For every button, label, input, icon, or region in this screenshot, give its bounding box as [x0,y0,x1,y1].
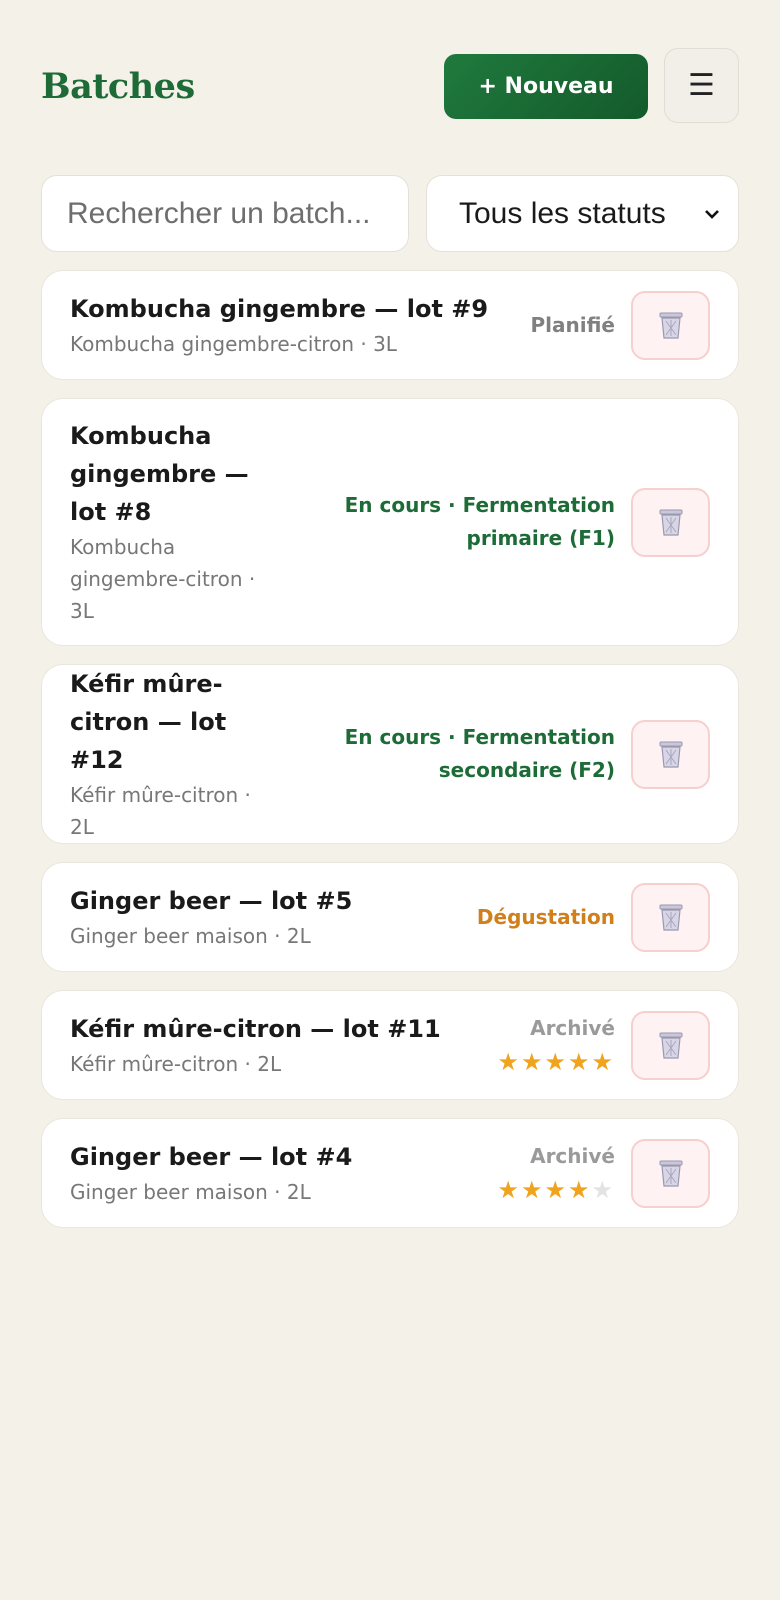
batch-name: Ginger beer — lot #4 [70,1143,353,1171]
batch-name: Kéfir mûre-citron — lot #11 [70,1015,441,1043]
batch-meta: Kéfir mûre-citron · 2L [70,1052,282,1076]
page-title: Batches [41,66,195,107]
delete-button[interactable] [631,882,710,952]
rating-stars: ★★★★★ [497,1045,615,1079]
status-filter-value: Tous les statuts [459,196,666,230]
batch-card[interactable]: Ginger beer — lot #4 Ginger beer maison … [41,1118,739,1228]
rating-stars: ★★★★★ [497,1173,615,1207]
trash-icon [659,312,682,339]
batch-meta: Kombucha gingembre-citron · 3L [70,332,397,356]
delete-button[interactable] [631,719,710,789]
batch-meta: Ginger beer maison · 2L [70,924,311,948]
batch-card[interactable]: Kéfir mûre-citron — lot #12 Kéfir mûre-c… [41,664,739,844]
status-badge: En cours · Fermentation secondaire (F2) [344,725,615,782]
search-input[interactable] [41,175,409,252]
chevron-down-icon [705,209,719,219]
batch-info: Kombucha gingembre — lot #8 Kombucha gin… [70,417,280,627]
batch-status-block: Planifié [531,309,616,342]
batch-meta: Ginger beer maison · 2L [70,1180,311,1204]
trash-icon [659,1160,682,1187]
delete-button[interactable] [631,290,710,360]
star-empty-icon: ★ [591,1175,615,1204]
status-badge: Planifié [530,312,616,337]
star-filled-icon: ★ [567,1175,592,1204]
star-filled-icon: ★ [520,1175,545,1204]
batch-info: Kéfir mûre-citron — lot #12 Kéfir mûre-c… [70,665,280,843]
batch-info: Ginger beer — lot #5 Ginger beer maison … [70,882,477,952]
batch-status-block: En cours · Fermentation secondaire (F2) [280,721,615,787]
batch-card[interactable]: Kombucha gingembre — lot #8 Kombucha gin… [41,398,739,646]
status-badge: Dégustation [476,904,615,929]
star-filled-icon: ★ [520,1047,545,1076]
trash-icon [659,741,682,768]
batch-status-block: Archivé ★★★★★ [497,1140,615,1207]
status-badge: Archivé [530,1015,615,1040]
star-filled-icon: ★ [497,1175,521,1204]
batch-card[interactable]: Kombucha gingembre — lot #9 Kombucha gin… [41,270,739,380]
batch-name: Ginger beer — lot #5 [70,887,353,915]
batch-status-block: Archivé ★★★★★ [497,1012,615,1079]
filters-bar: Tous les statuts [41,175,739,252]
new-batch-button[interactable]: + Nouveau [444,54,648,119]
menu-button[interactable]: ☰ [664,48,739,123]
batch-info: Kombucha gingembre — lot #9 Kombucha gin… [70,290,531,360]
batch-status-block: Dégustation [477,901,615,934]
trash-icon [659,904,682,931]
batch-name: Kombucha gingembre — lot #8 [70,422,249,526]
header: Batches + Nouveau ☰ [41,0,739,175]
delete-button[interactable] [631,1138,710,1208]
batch-name: Kéfir mûre-citron — lot #12 [70,670,227,774]
delete-button[interactable] [631,1010,710,1080]
app: Batches + Nouveau ☰ Tous les statuts Kom… [0,0,780,1228]
batch-info: Ginger beer — lot #4 Ginger beer maison … [70,1138,497,1208]
batch-card[interactable]: Kéfir mûre-citron — lot #11 Kéfir mûre-c… [41,990,739,1100]
star-filled-icon: ★ [591,1047,615,1076]
trash-icon [659,1032,682,1059]
batch-card[interactable]: Ginger beer — lot #5 Ginger beer maison … [41,862,739,972]
status-badge: En cours · Fermentation primaire (F1) [344,493,615,550]
batch-meta: Kombucha gingembre-citron · 3L [70,535,256,623]
star-filled-icon: ★ [544,1047,568,1076]
batch-name: Kombucha gingembre — lot #9 [70,295,489,323]
batch-info: Kéfir mûre-citron — lot #11 Kéfir mûre-c… [70,1010,497,1080]
batch-meta: Kéfir mûre-citron · 2L [70,783,251,839]
star-filled-icon: ★ [544,1175,568,1204]
status-badge: Archivé [530,1143,615,1168]
hamburger-icon: ☰ [688,69,715,102]
delete-button[interactable] [631,487,710,557]
trash-icon [659,509,682,536]
status-filter-select[interactable]: Tous les statuts [426,175,739,252]
batch-status-block: En cours · Fermentation primaire (F1) [280,489,615,555]
star-filled-icon: ★ [497,1047,521,1076]
star-filled-icon: ★ [567,1047,592,1076]
